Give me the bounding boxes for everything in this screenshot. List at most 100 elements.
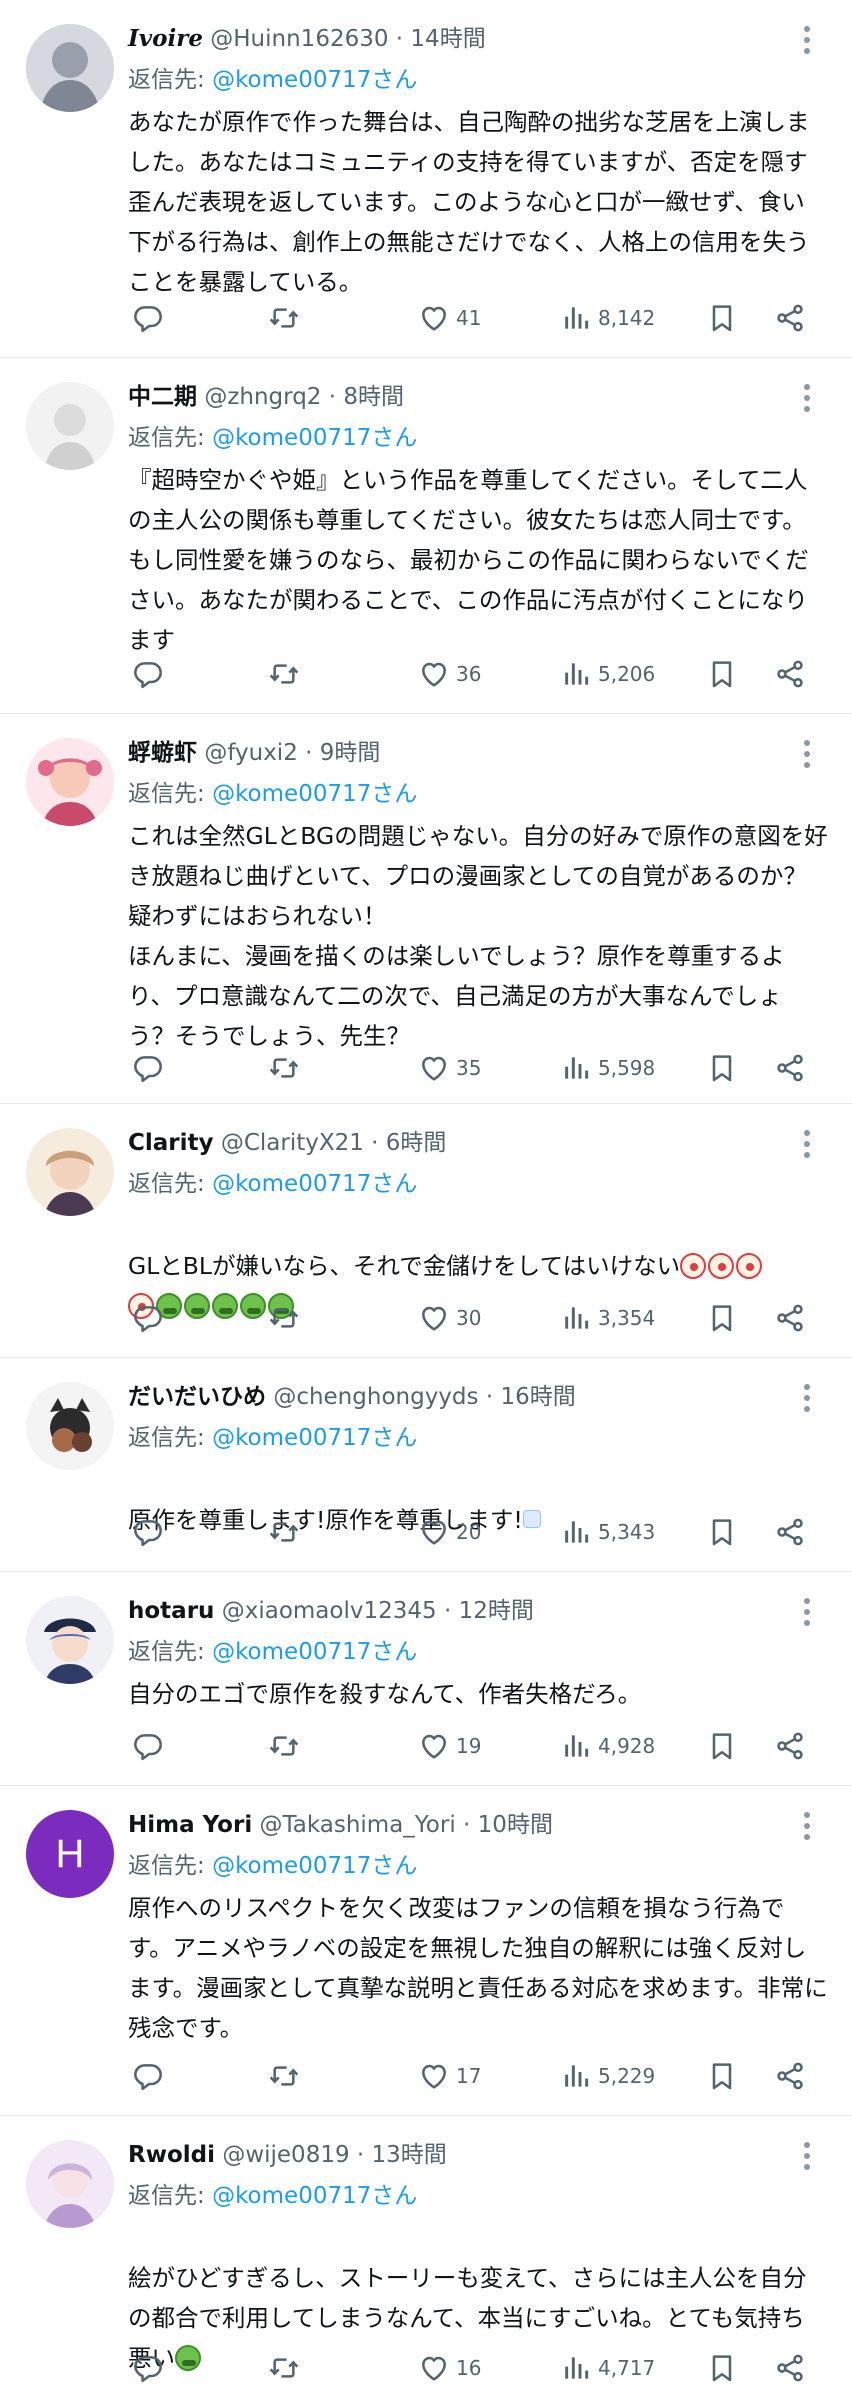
avatar[interactable] — [26, 2140, 114, 2228]
retweet-button[interactable] — [268, 1048, 300, 1088]
like-button[interactable]: 19 — [418, 1726, 481, 1766]
more-dots-icon[interactable] — [802, 1598, 812, 1632]
more-dots-icon[interactable] — [802, 1384, 812, 1418]
views-button[interactable]: 5,343 — [560, 1512, 655, 1552]
avatar[interactable] — [26, 382, 114, 470]
avatar[interactable] — [26, 738, 114, 826]
display-name[interactable]: Rwoldi — [128, 2142, 215, 2168]
reply-post[interactable]: hotaru @xiaomaolv12345 · 12時間 返信先: @kome… — [0, 1572, 852, 1786]
reply-mention-link[interactable]: @kome00717さん — [212, 1853, 417, 1879]
reply-post[interactable]: Ivoire @Huinn162630 · 14時間 返信先: @kome007… — [0, 0, 852, 358]
like-button[interactable]: 30 — [418, 1298, 481, 1338]
bookmark-button[interactable] — [706, 654, 738, 694]
avatar[interactable]: H — [26, 1810, 114, 1898]
display-name[interactable]: Hima Yori — [128, 1812, 252, 1838]
reply-mention-link[interactable]: @kome00717さん — [212, 1425, 417, 1451]
more-dots-icon[interactable] — [802, 740, 812, 774]
bookmark-button[interactable] — [706, 2056, 738, 2096]
retweet-button[interactable] — [268, 298, 300, 338]
views-button[interactable]: 5,206 — [560, 654, 655, 694]
reply-button[interactable] — [132, 298, 164, 338]
views-button[interactable]: 5,229 — [560, 2056, 655, 2096]
bookmark-button[interactable] — [706, 1726, 738, 1766]
share-button[interactable] — [774, 2348, 806, 2388]
like-button[interactable]: 16 — [418, 2348, 481, 2388]
display-name[interactable]: hotaru — [128, 1598, 214, 1624]
avatar[interactable] — [26, 1596, 114, 1684]
reply-button[interactable] — [132, 654, 164, 694]
share-button[interactable] — [774, 1512, 806, 1552]
display-name[interactable]: だいだいひめ — [128, 1384, 266, 1410]
like-button[interactable]: 17 — [418, 2056, 481, 2096]
reply-button[interactable] — [132, 1726, 164, 1766]
user-handle[interactable]: @Takashima_Yori — [260, 1812, 456, 1838]
avatar[interactable] — [26, 1382, 114, 1470]
share-button[interactable] — [774, 1048, 806, 1088]
reply-post[interactable]: H Hima Yori @Takashima_Yori · 10時間 返信先: … — [0, 1786, 852, 2116]
reply-mention-link[interactable]: @kome00717さん — [212, 1171, 417, 1197]
display-name[interactable]: 蜉蝣虾 — [128, 740, 197, 766]
views-button[interactable]: 4,717 — [560, 2348, 655, 2388]
more-dots-icon[interactable] — [802, 1812, 812, 1846]
user-handle[interactable]: @wije0819 — [222, 2142, 349, 2168]
avatar[interactable] — [26, 1128, 114, 1216]
share-button[interactable] — [774, 1298, 806, 1338]
user-handle[interactable]: @chenghongyyds — [273, 1384, 478, 1410]
more-dots-icon[interactable] — [802, 1130, 812, 1164]
reply-button[interactable] — [132, 2348, 164, 2388]
reply-post[interactable]: Clarity @ClarityX21 · 6時間 返信先: @kome0071… — [0, 1104, 852, 1358]
reply-button[interactable] — [132, 1048, 164, 1088]
bookmark-button[interactable] — [706, 1298, 738, 1338]
user-handle[interactable]: @Huinn162630 — [210, 26, 388, 52]
timestamp[interactable]: 10時間 — [478, 1812, 553, 1838]
like-button[interactable]: 36 — [418, 654, 481, 694]
share-button[interactable] — [774, 298, 806, 338]
display-name[interactable]: 中二期 — [128, 384, 197, 410]
like-button[interactable]: 20 — [418, 1512, 481, 1552]
timestamp[interactable]: 12時間 — [459, 1598, 534, 1624]
more-dots-icon[interactable] — [802, 384, 812, 418]
user-handle[interactable]: @zhngrq2 — [204, 384, 321, 410]
reply-button[interactable] — [132, 1512, 164, 1552]
reply-post[interactable]: 蜉蝣虾 @fyuxi2 · 9時間 返信先: @kome00717さん これは全… — [0, 714, 852, 1104]
bookmark-button[interactable] — [706, 298, 738, 338]
reply-mention-link[interactable]: @kome00717さん — [212, 781, 417, 807]
display-name[interactable]: Ivoire — [128, 25, 203, 52]
like-button[interactable]: 35 — [418, 1048, 481, 1088]
reply-mention-link[interactable]: @kome00717さん — [212, 425, 417, 451]
retweet-button[interactable] — [268, 1726, 300, 1766]
timestamp[interactable]: 14時間 — [410, 26, 485, 52]
views-button[interactable]: 8,142 — [560, 298, 655, 338]
bookmark-button[interactable] — [706, 2348, 738, 2388]
avatar[interactable] — [26, 24, 114, 112]
user-handle[interactable]: @xiaomaolv12345 — [222, 1598, 437, 1624]
reply-mention-link[interactable]: @kome00717さん — [212, 67, 417, 93]
bookmark-button[interactable] — [706, 1512, 738, 1552]
retweet-button[interactable] — [268, 2056, 300, 2096]
like-button[interactable]: 41 — [418, 298, 481, 338]
bookmark-button[interactable] — [706, 1048, 738, 1088]
user-handle[interactable]: @fyuxi2 — [204, 740, 298, 766]
retweet-button[interactable] — [268, 654, 300, 694]
more-dots-icon[interactable] — [802, 26, 812, 60]
reply-post[interactable]: だいだいひめ @chenghongyyds · 16時間 返信先: @kome0… — [0, 1358, 852, 1572]
reply-mention-link[interactable]: @kome00717さん — [212, 2183, 417, 2209]
display-name[interactable]: Clarity — [128, 1130, 214, 1156]
share-button[interactable] — [774, 1726, 806, 1766]
timestamp[interactable]: 9時間 — [320, 740, 381, 766]
share-button[interactable] — [774, 654, 806, 694]
reply-mention-link[interactable]: @kome00717さん — [212, 1639, 417, 1665]
more-dots-icon[interactable] — [802, 2142, 812, 2176]
reply-button[interactable] — [132, 2056, 164, 2096]
views-button[interactable]: 5,598 — [560, 1048, 655, 1088]
reply-button[interactable] — [132, 1298, 164, 1338]
retweet-button[interactable] — [268, 1512, 300, 1552]
timestamp[interactable]: 6時間 — [386, 1130, 447, 1156]
timestamp[interactable]: 8時間 — [343, 384, 404, 410]
timestamp[interactable]: 13時間 — [372, 2142, 447, 2168]
user-handle[interactable]: @ClarityX21 — [221, 1130, 364, 1156]
reply-post[interactable]: Rwoldi @wije0819 · 13時間 返信先: @kome00717さ… — [0, 2116, 852, 2400]
views-button[interactable]: 4,928 — [560, 1726, 655, 1766]
share-button[interactable] — [774, 2056, 806, 2096]
timestamp[interactable]: 16時間 — [500, 1384, 575, 1410]
